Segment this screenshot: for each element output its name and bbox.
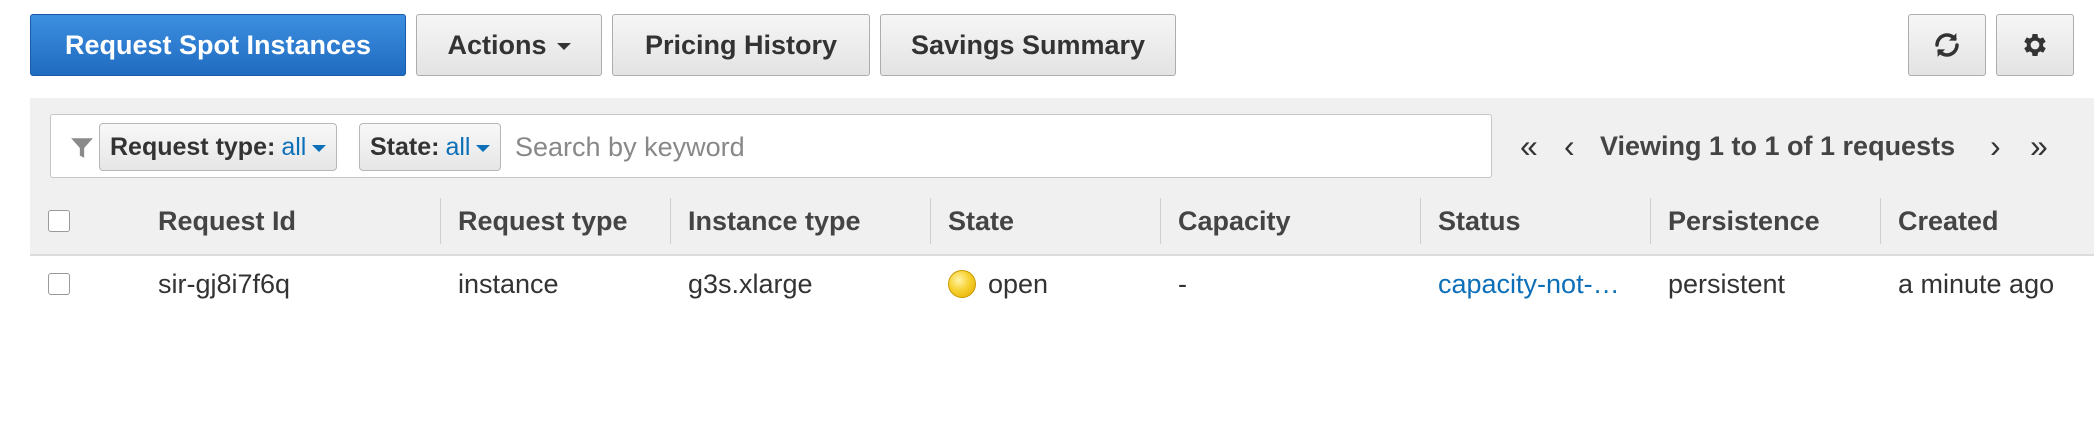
request-type-cell: instance bbox=[458, 268, 559, 299]
column-divider bbox=[930, 198, 931, 244]
chevron-down-icon bbox=[312, 145, 327, 152]
state-filter[interactable]: State: all bbox=[359, 123, 502, 171]
state-indicator-icon bbox=[948, 270, 976, 298]
state-cell: open bbox=[948, 256, 1158, 312]
table-row[interactable]: sir-gj8i7f6q instance g3s.xlarge open - … bbox=[30, 256, 2094, 312]
filter-panel: Request type: all State: all « ‹ Viewing… bbox=[30, 98, 2094, 256]
column-divider bbox=[440, 198, 441, 244]
request-type-filter-label: Request type: bbox=[110, 132, 276, 161]
column-header-created[interactable]: Created bbox=[1898, 188, 1999, 254]
column-header-instance-type[interactable]: Instance type bbox=[688, 188, 861, 254]
pricing-history-button[interactable]: Pricing History bbox=[612, 14, 870, 76]
funnel-icon bbox=[71, 138, 93, 158]
column-header-persistence[interactable]: Persistence bbox=[1668, 188, 1820, 254]
column-divider bbox=[1160, 198, 1161, 244]
request-type-filter[interactable]: Request type: all bbox=[99, 123, 338, 171]
column-divider bbox=[1420, 198, 1421, 244]
status-cell: capacity-not-… bbox=[1438, 256, 1648, 312]
next-page-icon[interactable]: › bbox=[1990, 126, 2001, 166]
gear-icon bbox=[2024, 34, 2046, 56]
column-divider bbox=[1880, 198, 1881, 244]
toolbar: Request Spot Instances Actions Pricing H… bbox=[30, 14, 2094, 76]
persistence-cell: persistent bbox=[1668, 268, 1786, 299]
column-header-capacity[interactable]: Capacity bbox=[1178, 188, 1291, 254]
chevron-down-icon bbox=[556, 43, 571, 50]
column-header-status[interactable]: Status bbox=[1438, 188, 1521, 254]
actions-label: Actions bbox=[447, 29, 547, 60]
state-filter-value: all bbox=[445, 132, 471, 161]
pagination-summary: Viewing 1 to 1 of 1 requests bbox=[1600, 131, 1956, 161]
column-header-request-id[interactable]: Request Id bbox=[158, 188, 296, 254]
state-label: open bbox=[988, 268, 1049, 299]
refresh-icon bbox=[1935, 33, 1959, 57]
savings-summary-button[interactable]: Savings Summary bbox=[880, 14, 1176, 76]
search-input[interactable] bbox=[515, 125, 1475, 169]
capacity-cell: - bbox=[1178, 268, 1187, 299]
select-all-checkbox[interactable] bbox=[48, 210, 70, 232]
column-divider bbox=[670, 198, 671, 244]
first-page-icon[interactable]: « bbox=[1520, 126, 1538, 166]
state-filter-label: State: bbox=[370, 132, 440, 161]
request-id-cell: sir-gj8i7f6q bbox=[158, 268, 291, 299]
instance-type-cell: g3s.xlarge bbox=[688, 268, 813, 299]
previous-page-icon[interactable]: ‹ bbox=[1564, 126, 1575, 166]
refresh-button[interactable] bbox=[1908, 14, 1986, 76]
column-header-request-type[interactable]: Request type bbox=[458, 188, 628, 254]
last-page-icon[interactable]: » bbox=[2030, 126, 2048, 166]
request-type-filter-value: all bbox=[281, 132, 307, 161]
chevron-down-icon bbox=[476, 145, 491, 152]
column-header-state[interactable]: State bbox=[948, 188, 1014, 254]
request-spot-instances-button[interactable]: Request Spot Instances bbox=[30, 14, 406, 76]
table-header: Request Id Request type Instance type St… bbox=[30, 188, 2094, 256]
settings-button[interactable] bbox=[1996, 14, 2074, 76]
actions-dropdown-button[interactable]: Actions bbox=[416, 14, 602, 76]
filter-bar: Request type: all State: all bbox=[50, 114, 1492, 178]
created-cell: a minute ago bbox=[1898, 268, 2055, 299]
row-select-checkbox[interactable] bbox=[48, 273, 70, 295]
column-divider bbox=[1650, 198, 1651, 244]
status-link[interactable]: capacity-not-… bbox=[1438, 269, 1620, 300]
